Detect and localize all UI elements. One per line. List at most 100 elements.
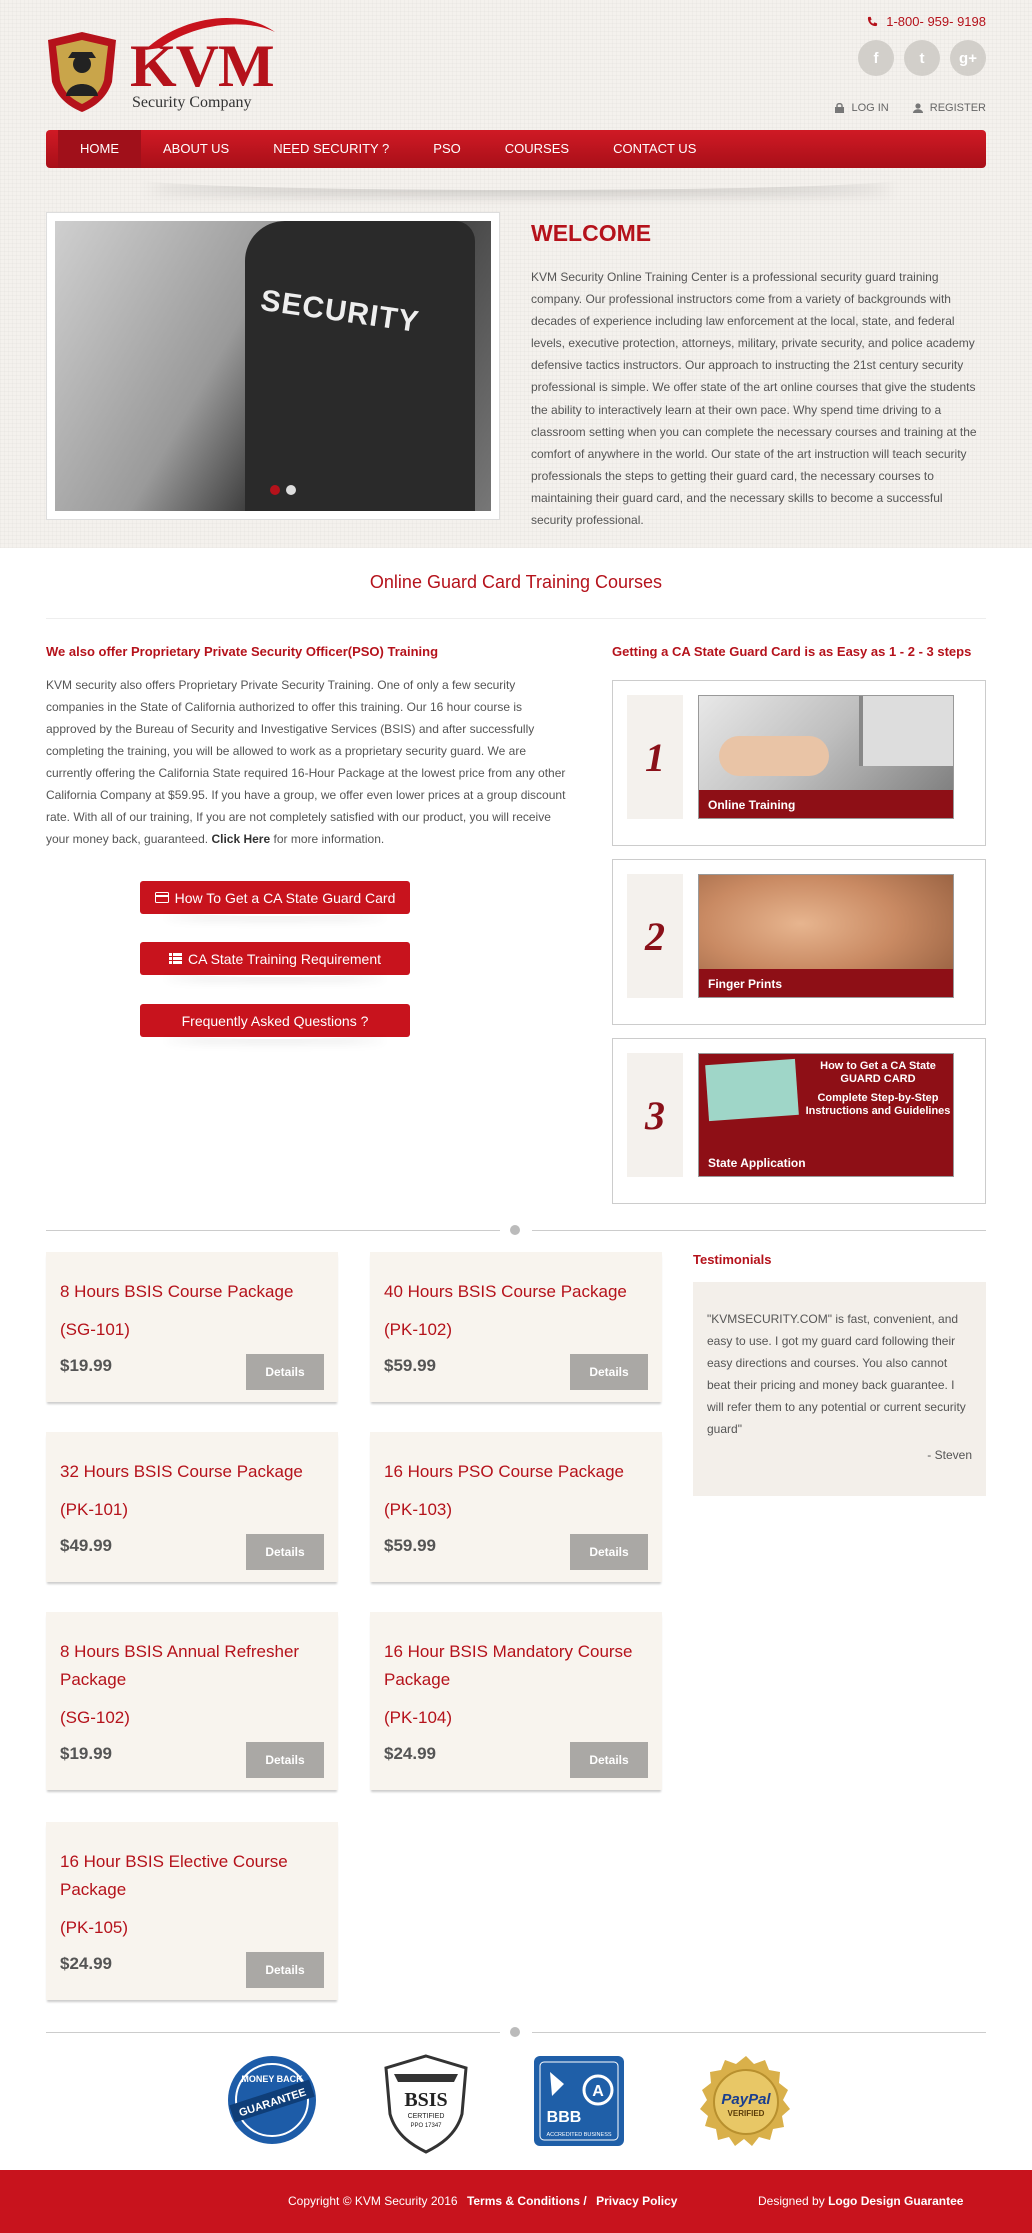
section-divider bbox=[46, 1224, 986, 1236]
course-code: (PK-105) bbox=[60, 1918, 129, 1937]
step-caption: State Application bbox=[699, 1148, 953, 1176]
image-line-1: How to Get a CA State bbox=[820, 1060, 936, 1072]
phone-number[interactable]: 1-800- 959- 9198 bbox=[867, 14, 986, 29]
button-shadow bbox=[160, 1025, 390, 1039]
course-price: $59.99 bbox=[384, 1536, 436, 1555]
button-shadow bbox=[160, 902, 390, 916]
register-link[interactable]: REGISTER bbox=[912, 102, 986, 114]
course-name[interactable]: 32 Hours BSIS Course Package bbox=[60, 1458, 320, 1486]
course-price: $59.99 bbox=[384, 1356, 436, 1375]
footer-designer: Designed by Logo Design Guarantee bbox=[758, 2194, 963, 2208]
course-code: (PK-104) bbox=[384, 1708, 453, 1727]
course-price: $19.99 bbox=[60, 1744, 112, 1763]
money-back-guarantee-badge[interactable]: MONEY BACK GUARANTEE bbox=[226, 2054, 318, 2146]
nav-about-us[interactable]: ABOUT US bbox=[141, 130, 251, 168]
image-line-4: Instructions and Guidelines bbox=[805, 1105, 951, 1117]
bsis-certified-badge[interactable]: BSIS CERTIFIED PPO 17347 bbox=[380, 2054, 472, 2154]
course-card[interactable]: 40 Hours BSIS Course Package (PK-102) $5… bbox=[370, 1252, 662, 1402]
lock-icon bbox=[835, 103, 845, 113]
course-card[interactable]: 8 Hours BSIS Course Package (SG-101) $19… bbox=[46, 1252, 338, 1402]
click-here-link[interactable]: Click Here bbox=[211, 832, 270, 846]
pso-title: We also offer Proprietary Private Securi… bbox=[46, 644, 439, 659]
google-plus-icon[interactable]: g+ bbox=[950, 40, 986, 76]
testimonial-box: "KVMSECURITY.COM" is fast, convenient, a… bbox=[693, 1282, 986, 1496]
course-price: $24.99 bbox=[384, 1744, 436, 1763]
slider-dot-1[interactable] bbox=[270, 485, 280, 495]
details-button[interactable]: Details bbox=[246, 1534, 324, 1570]
course-code: (PK-102) bbox=[384, 1320, 453, 1339]
phone-text: 1-800- 959- 9198 bbox=[886, 14, 986, 29]
course-card[interactable]: 16 Hour BSIS Elective Course Package (PK… bbox=[46, 1822, 338, 2000]
course-price: $19.99 bbox=[60, 1356, 112, 1375]
badge-money-back-text: MONEY BACK bbox=[241, 2074, 303, 2084]
footer-copyright: Copyright © KVM Security 2016 Terms & Co… bbox=[288, 2194, 677, 2208]
course-code: (PK-101) bbox=[60, 1500, 129, 1519]
paypal-text: PayPal bbox=[721, 2091, 771, 2108]
nav-courses[interactable]: COURSES bbox=[483, 130, 591, 168]
course-name[interactable]: 8 Hours BSIS Course Package bbox=[60, 1278, 320, 1306]
slider-dot-2[interactable] bbox=[286, 485, 296, 495]
step-card-1[interactable]: 1 Online Training bbox=[612, 680, 986, 846]
security-jacket-image bbox=[245, 221, 475, 511]
course-code: (SG-102) bbox=[60, 1708, 130, 1727]
course-card[interactable]: 32 Hours BSIS Course Package (PK-101) $4… bbox=[46, 1432, 338, 1582]
logo[interactable]: KVM Security Company bbox=[46, 12, 275, 117]
step-card-2[interactable]: 2 Finger Prints bbox=[612, 859, 986, 1025]
login-link[interactable]: LOG IN bbox=[835, 102, 889, 114]
details-button[interactable]: Details bbox=[570, 1742, 648, 1778]
details-button[interactable]: Details bbox=[246, 1354, 324, 1390]
course-card[interactable]: 16 Hour BSIS Mandatory Course Package (P… bbox=[370, 1612, 662, 1790]
bbb-subtitle: ACCREDITED BUSINESS bbox=[546, 2132, 611, 2138]
paypal-verified-badge[interactable]: PayPal VERIFIED bbox=[698, 2054, 794, 2150]
bbb-text: BBB bbox=[547, 2109, 582, 2126]
hero-slider[interactable]: SECURITY bbox=[46, 212, 500, 520]
footer: Copyright © KVM Security 2016 Terms & Co… bbox=[0, 2170, 1032, 2233]
social-links: f t g+ bbox=[858, 40, 986, 76]
button-shadow bbox=[160, 963, 390, 977]
privacy-link[interactable]: Privacy Policy bbox=[596, 2194, 677, 2208]
course-price: $49.99 bbox=[60, 1536, 112, 1555]
terms-link[interactable]: Terms & Conditions / bbox=[467, 2194, 587, 2208]
course-name[interactable]: 40 Hours BSIS Course Package bbox=[384, 1278, 644, 1306]
slider-dots bbox=[270, 485, 296, 495]
course-name[interactable]: 16 Hour BSIS Elective Course Package bbox=[60, 1848, 320, 1904]
course-name[interactable]: 8 Hours BSIS Annual Refresher Package bbox=[60, 1638, 320, 1694]
bsis-certified-text: CERTIFIED bbox=[408, 2113, 445, 2120]
main-nav: HOME ABOUT US NEED SECURITY ? PSO COURSE… bbox=[46, 130, 986, 168]
section-divider bbox=[46, 2026, 986, 2038]
details-button[interactable]: Details bbox=[570, 1354, 648, 1390]
step-number: 3 bbox=[627, 1053, 683, 1177]
facebook-icon[interactable]: f bbox=[858, 40, 894, 76]
step-number: 2 bbox=[627, 874, 683, 998]
phone-icon bbox=[868, 16, 878, 27]
nav-pso[interactable]: PSO bbox=[411, 130, 482, 168]
bsis-text: BSIS bbox=[404, 2089, 447, 2111]
auth-links: LOG IN REGISTER bbox=[835, 102, 986, 114]
steps-title: Getting a CA State Guard Card is as Easy… bbox=[612, 644, 972, 659]
course-card[interactable]: 16 Hours PSO Course Package (PK-103) $59… bbox=[370, 1432, 662, 1582]
course-name[interactable]: 16 Hour BSIS Mandatory Course Package bbox=[384, 1638, 644, 1694]
nav-contact-us[interactable]: CONTACT US bbox=[591, 130, 718, 168]
image-line-3: Complete Step-by-Step bbox=[817, 1092, 939, 1104]
details-button[interactable]: Details bbox=[246, 1742, 324, 1778]
nav-shadow bbox=[140, 168, 900, 190]
bbb-accredited-badge[interactable]: A BBB ACCREDITED BUSINESS bbox=[534, 2056, 624, 2146]
nav-home[interactable]: HOME bbox=[58, 130, 141, 168]
details-button[interactable]: Details bbox=[570, 1534, 648, 1570]
welcome-text: KVM Security Online Training Center is a… bbox=[531, 270, 977, 528]
register-label: REGISTER bbox=[929, 102, 986, 114]
designer-link[interactable]: Logo Design Guarantee bbox=[828, 2194, 963, 2208]
course-card[interactable]: 8 Hours BSIS Annual Refresher Package (S… bbox=[46, 1612, 338, 1790]
details-button[interactable]: Details bbox=[246, 1952, 324, 1988]
pso-after: for more information. bbox=[273, 832, 385, 846]
step-caption: Online Training bbox=[699, 790, 953, 818]
section-title: Online Guard Card Training Courses bbox=[369, 572, 663, 592]
twitter-icon[interactable]: t bbox=[904, 40, 940, 76]
trust-badges: MONEY BACK GUARANTEE BSIS CERTIFIED PPO … bbox=[0, 2050, 1032, 2160]
nav-need-security[interactable]: NEED SECURITY ? bbox=[251, 130, 411, 168]
course-name[interactable]: 16 Hours PSO Course Package bbox=[384, 1458, 644, 1486]
slider-image: SECURITY bbox=[55, 221, 491, 511]
svg-text:A: A bbox=[592, 2083, 604, 2100]
step-card-3[interactable]: 3 How to Get a CA State GUARD CARD Compl… bbox=[612, 1038, 986, 1204]
testimonials-title: Testimonials bbox=[693, 1252, 772, 1267]
